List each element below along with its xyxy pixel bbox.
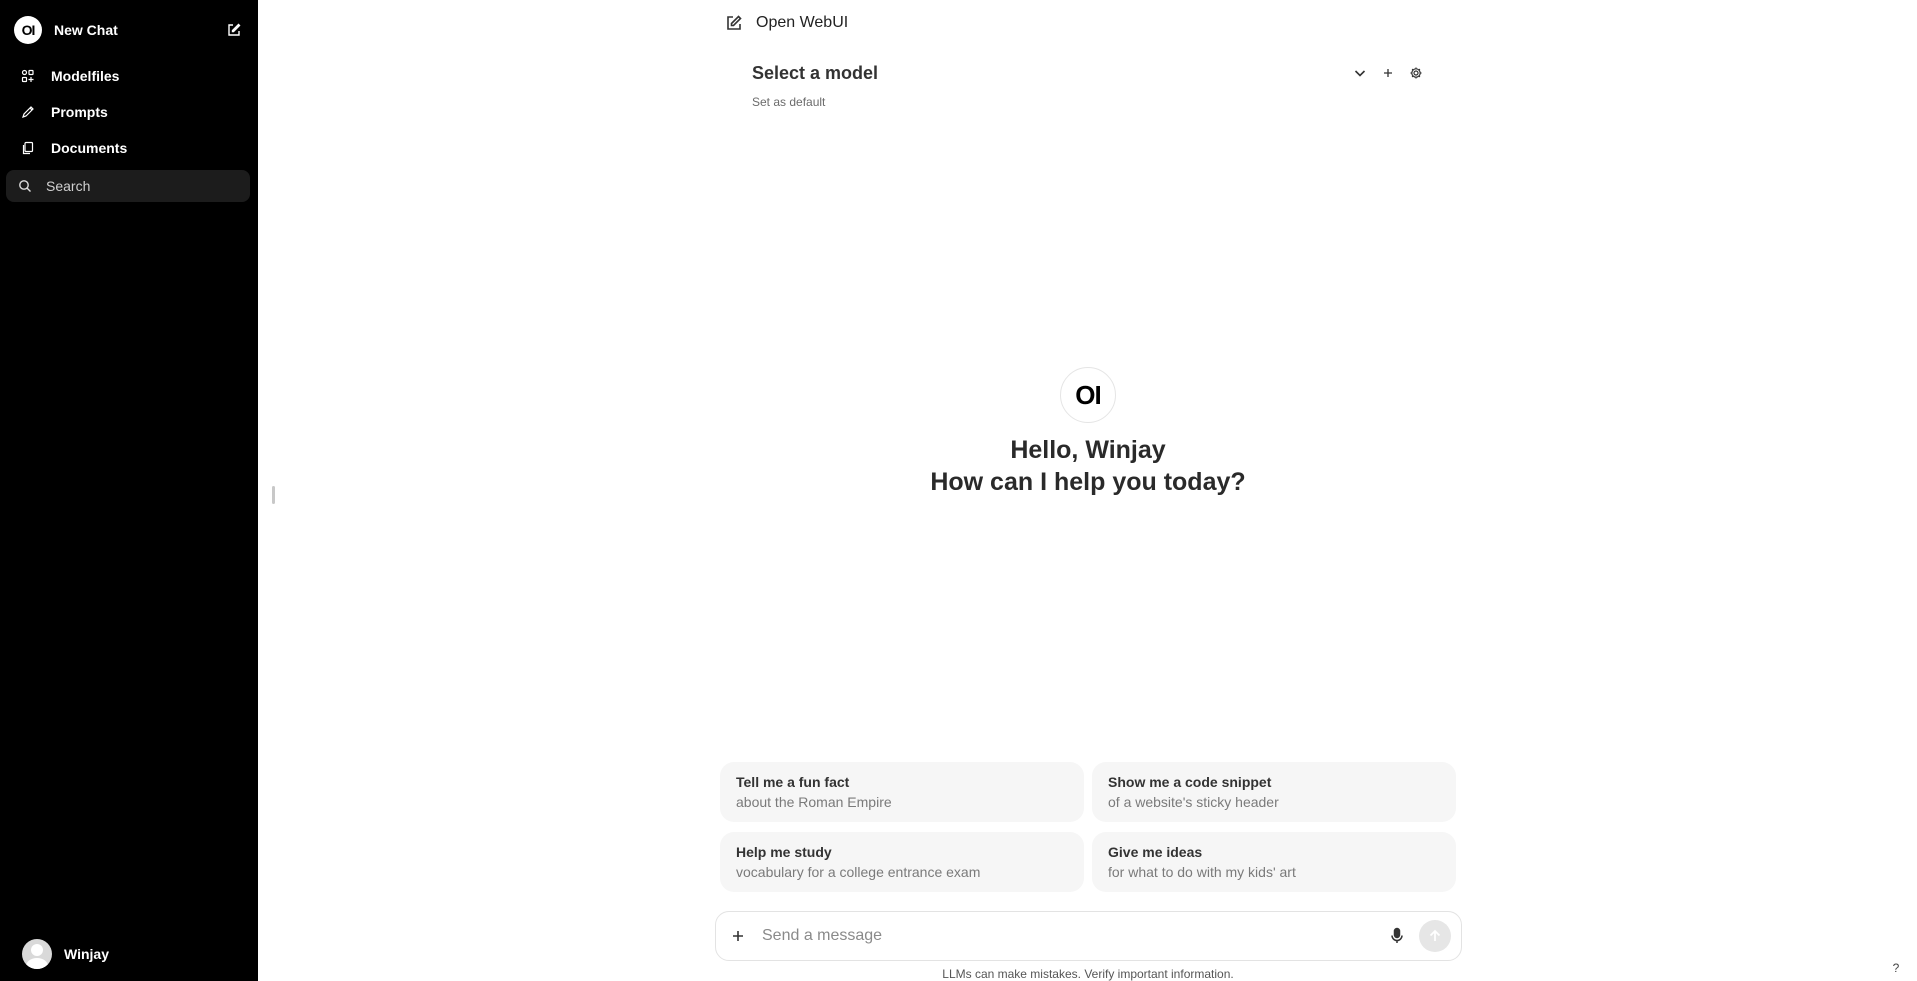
greeting-line-2: How can I help you today? [930,468,1246,496]
suggestion-title: Help me study [736,844,832,860]
app-window: OI New Chat Modelfiles Prompts Documents… [0,0,1917,981]
suggestion-card[interactable]: Show me a code snippet of a website's st… [1092,762,1456,822]
add-model-icon[interactable] [1378,63,1398,83]
pencil-icon [20,104,36,120]
sidebar-item-label: Documents [51,140,128,156]
disclaimer-text: LLMs can make mistakes. Verify important… [942,967,1234,981]
chevron-down-icon[interactable] [1350,63,1370,83]
new-chat-row[interactable]: OI New Chat [14,16,244,44]
gear-icon[interactable] [1406,63,1426,83]
sidebar-item-documents[interactable]: Documents [8,130,250,166]
model-selector-row: Select a model [752,60,1426,86]
suggestion-card[interactable]: Tell me a fun fact about the Roman Empir… [720,762,1084,822]
model-select[interactable]: Select a model [752,63,1342,84]
suggestion-subtitle: for what to do with my kids' art [1108,864,1296,880]
new-chat-label[interactable]: New Chat [54,22,224,38]
suggestion-card[interactable]: Give me ideas for what to do with my kid… [1092,832,1456,892]
sidebar-item-label: Modelfiles [51,68,120,84]
suggestion-card[interactable]: Help me study vocabulary for a college e… [720,832,1084,892]
suggestion-title: Show me a code snippet [1108,774,1272,790]
suggestion-title: Give me ideas [1108,844,1203,860]
help-button[interactable]: ? [1886,958,1906,978]
edit-icon[interactable] [224,20,244,40]
app-logo: OI [14,16,42,44]
send-button[interactable] [1419,920,1451,952]
suggestion-subtitle: about the Roman Empire [736,794,892,810]
sidebar-item-prompts[interactable]: Prompts [8,94,250,130]
greeting: Hello, Winjay How can I help you today? [888,434,1288,498]
microphone-icon[interactable] [1385,924,1409,948]
message-input[interactable]: Send a message [762,927,1385,945]
sidebar-item-label: Prompts [51,104,108,120]
suggestion-title: Tell me a fun fact [736,774,850,790]
set-as-default-link[interactable]: Set as default [752,95,825,109]
suggestion-subtitle: vocabulary for a college entrance exam [736,864,981,880]
avatar[interactable] [22,939,52,969]
center-logo: OI [1060,367,1116,423]
greeting-line-1: Hello, Winjay [1010,436,1166,464]
user-menu[interactable]: Winjay [22,939,109,969]
search-input[interactable]: Search [6,170,250,202]
sidebar: OI New Chat Modelfiles Prompts Documents… [0,0,258,981]
suggestion-subtitle: of a website's sticky header [1108,794,1279,810]
search-placeholder: Search [46,178,91,194]
header: Open WebUI [724,13,848,33]
sidebar-resize-handle[interactable] [272,486,275,504]
page-title: Open WebUI [756,14,849,31]
sidebar-nav: Modelfiles Prompts Documents [8,58,250,166]
model-actions [1342,63,1426,83]
search-icon [18,178,34,194]
message-composer: Send a message [715,911,1462,961]
documents-icon [20,140,36,156]
user-name[interactable]: Winjay [64,946,109,962]
new-chat-edit-icon[interactable] [724,13,744,33]
plus-icon[interactable] [726,924,750,948]
modelfiles-icon [20,68,36,84]
sidebar-item-modelfiles[interactable]: Modelfiles [8,58,250,94]
